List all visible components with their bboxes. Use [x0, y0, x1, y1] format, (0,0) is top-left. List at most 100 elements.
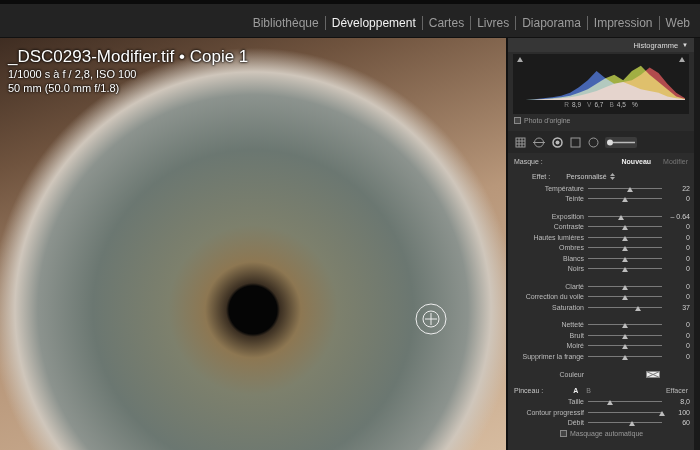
slider-track[interactable]: [588, 258, 662, 259]
checkbox[interactable]: [560, 430, 567, 437]
module-tab[interactable]: Développement: [325, 16, 422, 30]
slider-track[interactable]: [588, 401, 662, 402]
slider-value[interactable]: 0: [666, 265, 690, 272]
tool-button[interactable]: [514, 136, 527, 149]
tool-button[interactable]: [569, 136, 582, 149]
slider-knob[interactable]: [622, 295, 628, 300]
slider-knob[interactable]: [622, 197, 628, 202]
effect-dropdown[interactable]: Personnalisé: [566, 173, 614, 180]
checkbox[interactable]: [514, 117, 521, 124]
slider-knob[interactable]: [622, 257, 628, 262]
slider-knob[interactable]: [618, 215, 624, 220]
slider-value[interactable]: – 0.64: [666, 213, 690, 220]
slider-track[interactable]: [588, 198, 662, 199]
lightroom-window: BibliothèqueDéveloppementCartesLivresDia…: [0, 0, 700, 450]
module-tab[interactable]: Impression: [587, 16, 659, 30]
slider-value[interactable]: 8,0: [666, 398, 690, 405]
tool-button[interactable]: [551, 136, 564, 149]
slider-row: Débit60: [508, 418, 694, 429]
slider-value[interactable]: 0: [666, 353, 690, 360]
slider-label: Exposition: [510, 213, 584, 220]
tool-button[interactable]: [532, 136, 546, 149]
channel-label: B: [609, 100, 613, 110]
slider-track[interactable]: [588, 307, 662, 308]
slider-value[interactable]: 60: [666, 419, 690, 426]
slider-knob[interactable]: [622, 334, 628, 339]
slider-value[interactable]: 0: [666, 255, 690, 262]
slider-track[interactable]: [588, 412, 662, 413]
slider-knob[interactable]: [622, 323, 628, 328]
tool-button[interactable]: [605, 137, 637, 148]
module-bar: BibliothèqueDéveloppementCartesLivresDia…: [0, 0, 700, 38]
slider-row: Blancs 0: [508, 253, 694, 264]
slider-value[interactable]: 0: [666, 342, 690, 349]
mask-button[interactable]: Nouveau: [622, 158, 652, 165]
slider-track[interactable]: [588, 216, 662, 217]
brush-preset[interactable]: B: [586, 387, 591, 394]
slider-value[interactable]: 0: [666, 293, 690, 300]
slider-track[interactable]: [588, 356, 662, 357]
brush-preset[interactable]: A: [573, 387, 578, 394]
slider-track[interactable]: [588, 188, 662, 189]
slider-value[interactable]: 0: [666, 223, 690, 230]
histogram-series: [517, 66, 685, 100]
channel-value: 4,5: [617, 100, 626, 110]
slider-row: Noirs0: [508, 264, 694, 275]
module-tab[interactable]: Diaporama: [515, 16, 587, 30]
slider-knob[interactable]: [622, 285, 628, 290]
slider-value[interactable]: 0: [666, 321, 690, 328]
slider-knob[interactable]: [627, 187, 633, 192]
photo-canvas[interactable]: _DSC0293-Modifier.tif • Copie 11/1000 s …: [0, 38, 506, 450]
highlight-clipping-icon[interactable]: [679, 57, 685, 62]
slider-knob[interactable]: [635, 306, 641, 311]
color-swatch-icon[interactable]: [646, 371, 660, 378]
original-photo-option[interactable]: Photo d'origine: [508, 114, 694, 127]
slider-value[interactable]: 0: [666, 195, 690, 202]
slider-label: Correction du voile: [510, 293, 584, 300]
slider-knob[interactable]: [622, 344, 628, 349]
slider-knob[interactable]: [622, 267, 628, 272]
module-tab[interactable]: Cartes: [422, 16, 470, 30]
checkbox-label: Masquage automatique: [570, 430, 643, 437]
slider-track[interactable]: [588, 296, 662, 297]
erase-button[interactable]: Effacer: [666, 387, 688, 394]
slider-value[interactable]: 0: [666, 234, 690, 241]
slider-value[interactable]: 0: [666, 283, 690, 290]
brush-row: Pinceau :ABEffacer: [508, 385, 694, 397]
shadow-clipping-icon[interactable]: [517, 57, 523, 62]
slider-track[interactable]: [588, 268, 662, 269]
slider-knob[interactable]: [622, 355, 628, 360]
slider-value[interactable]: 22: [666, 185, 690, 192]
slider-value[interactable]: 37: [666, 304, 690, 311]
slider-row: Bruit0: [508, 330, 694, 341]
auto-mask-option[interactable]: Masquage automatique: [508, 428, 694, 439]
collapse-toggle[interactable]: ▼: [682, 42, 688, 48]
slider-knob[interactable]: [629, 421, 635, 426]
slider-track[interactable]: [588, 286, 662, 287]
slider-track[interactable]: [588, 335, 662, 336]
slider-knob[interactable]: [607, 400, 613, 405]
module-tab[interactable]: Web: [659, 16, 696, 30]
slider-label: Ombres: [510, 244, 584, 251]
slider-value[interactable]: 100: [666, 409, 690, 416]
slider-label: Supprimer la frange: [510, 353, 584, 360]
slider-track[interactable]: [588, 324, 662, 325]
slider-label: Blancs: [510, 255, 584, 262]
slider-track[interactable]: [588, 345, 662, 346]
slider-track[interactable]: [588, 247, 662, 248]
slider-knob[interactable]: [622, 236, 628, 241]
mask-button[interactable]: Modifier: [663, 158, 688, 165]
slider-value[interactable]: 0: [666, 244, 690, 251]
histogram-header[interactable]: Histogramme▼: [508, 38, 694, 52]
slider-knob[interactable]: [622, 225, 628, 230]
tool-button[interactable]: [587, 136, 600, 149]
slider-knob[interactable]: [659, 411, 665, 416]
slider-track[interactable]: [588, 226, 662, 227]
module-tab[interactable]: Livres: [470, 16, 515, 30]
module-tab[interactable]: Bibliothèque: [247, 16, 325, 30]
slider-track[interactable]: [588, 237, 662, 238]
slider-track[interactable]: [588, 422, 662, 423]
slider-row: Ombres 0: [508, 243, 694, 254]
slider-knob[interactable]: [622, 246, 628, 251]
slider-value[interactable]: 0: [666, 332, 690, 339]
